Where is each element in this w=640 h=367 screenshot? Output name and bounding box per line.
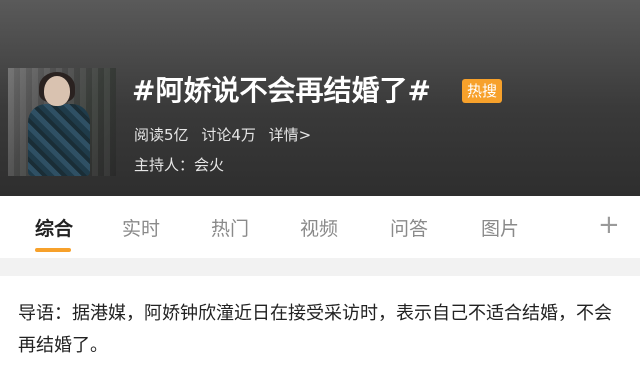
tab-qa[interactable]: 问答 xyxy=(390,214,428,241)
discussion-count: 讨论4万 xyxy=(201,126,256,144)
plus-icon[interactable]: + xyxy=(598,210,620,240)
read-count: 阅读5亿 xyxy=(134,126,189,144)
tab-bar: 综合 实时 热门 视频 问答 图片 + xyxy=(0,196,640,258)
topic-title: #阿娇说不会再结婚了# xyxy=(132,74,431,107)
tab-video[interactable]: 视频 xyxy=(300,214,338,241)
tab-hot[interactable]: 热门 xyxy=(211,214,249,241)
tab-images[interactable]: 图片 xyxy=(481,214,519,241)
hot-badge: 热搜 xyxy=(462,79,502,103)
article-lead: 导语：据港媒，阿娇钟欣潼近日在接受采访时，表示自己不适合结婚，不会再结婚了。 xyxy=(18,303,612,356)
cover-figure-face xyxy=(44,76,70,106)
topic-cover-image[interactable] xyxy=(8,68,116,176)
active-tab-indicator xyxy=(35,248,71,252)
topic-stats: 阅读5亿 讨论4万 详情> xyxy=(134,124,319,145)
details-link[interactable]: 详情> xyxy=(269,126,312,144)
tab-comprehensive[interactable]: 综合 xyxy=(35,214,73,241)
topic-header: #阿娇说不会再结婚了# 热搜 阅读5亿 讨论4万 详情> 主持人：会火 xyxy=(0,0,640,196)
article-content: 导语：据港媒，阿娇钟欣潼近日在接受采访时，表示自己不适合结婚，不会再结婚了。 xyxy=(0,276,640,367)
cover-figure-body xyxy=(28,104,90,176)
tab-realtime[interactable]: 实时 xyxy=(122,214,160,241)
topic-host: 主持人：会火 xyxy=(134,156,225,174)
